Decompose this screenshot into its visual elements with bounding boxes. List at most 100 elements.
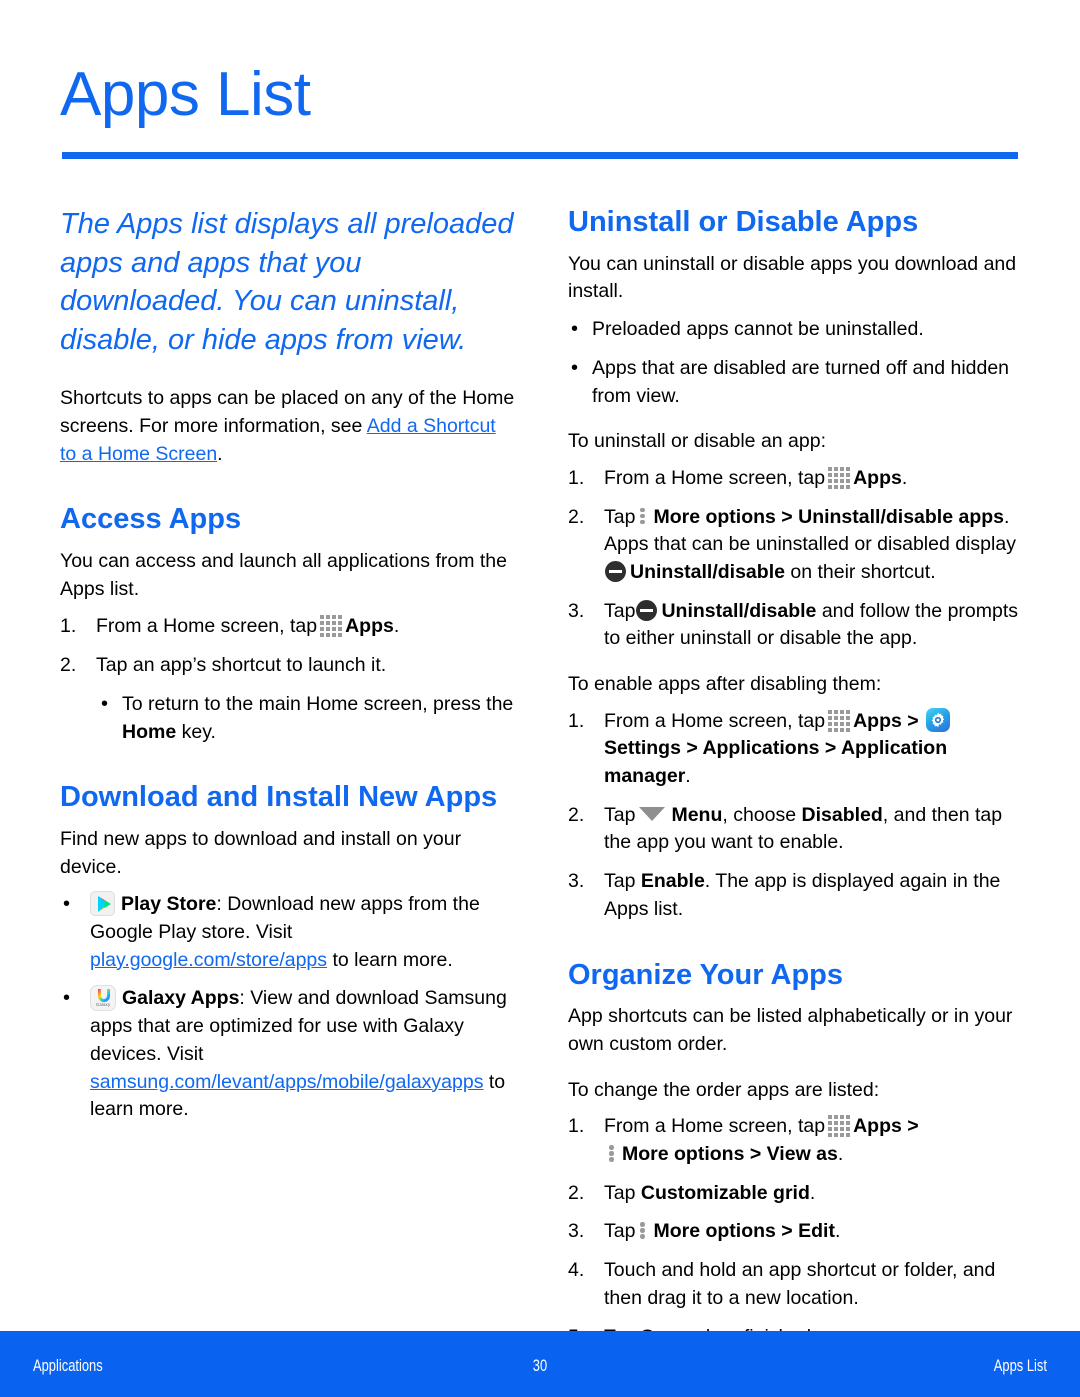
page-footer: Applications 30 Apps List bbox=[0, 1331, 1080, 1397]
left-column: The Apps list displays all preloaded app… bbox=[60, 205, 515, 1135]
step-number: 4. bbox=[568, 1259, 585, 1282]
step-number: 2. bbox=[568, 803, 585, 826]
list-item: 3. Tap Uninstall/disable and follow the pr… bbox=[568, 598, 1023, 653]
download-apps-bullets: Play Store: Download new apps from the G… bbox=[60, 890, 515, 1124]
step-text: Touch and hold an app shortcut or folder… bbox=[604, 1259, 996, 1309]
step-period: . bbox=[837, 1143, 844, 1166]
more-options-icon bbox=[639, 1220, 648, 1240]
organize-apps-steps: 1. From a Home screen, tap Apps > More opti… bbox=[568, 1113, 1023, 1351]
apps-label: Apps bbox=[853, 1115, 902, 1138]
customizable-grid-label: Customizable grid bbox=[640, 1181, 810, 1204]
list-item: 1. From a Home screen, tap Apps > Settings… bbox=[568, 707, 1023, 791]
uninstall-apps-steps: 1. From a Home screen, tap Apps. 2. Tap More… bbox=[568, 465, 1023, 653]
page-title: Apps List bbox=[60, 60, 311, 129]
apps-grid-icon bbox=[320, 615, 343, 638]
document-page: Apps List The Apps list displays all pre… bbox=[0, 0, 1080, 1397]
list-item: 3. Tap More options > Edit. bbox=[568, 1218, 1023, 1246]
play-store-triangle bbox=[98, 896, 111, 913]
step-period: . bbox=[809, 1181, 816, 1204]
intro-lead: The Apps list displays all preloaded app… bbox=[60, 208, 514, 356]
step-text: Tap bbox=[604, 803, 636, 826]
step-number: 1. bbox=[60, 615, 77, 638]
uninstall-disable-apps-label: Uninstall/disable apps bbox=[798, 505, 1004, 528]
access-apps-subbullets: To return to the main Home screen, press… bbox=[98, 690, 515, 746]
uninstall-disable-icon bbox=[636, 599, 658, 621]
list-item: 2. Tap Menu, choose Disabled, and then tap… bbox=[568, 802, 1023, 857]
more-options-icon bbox=[608, 1143, 617, 1163]
step-number: 1. bbox=[568, 1115, 585, 1138]
list-item: 1. From a Home screen, tap Apps > More opti… bbox=[568, 1113, 1023, 1168]
apps-label: Apps bbox=[853, 466, 902, 489]
enable-lead-in: To enable apps after disabling them: bbox=[568, 673, 882, 696]
apps-grid-icon bbox=[828, 709, 851, 732]
menu-dropdown-icon bbox=[639, 806, 666, 822]
heading-uninstall-apps: Uninstall or Disable Apps bbox=[568, 206, 919, 238]
footer-topic-label: Apps List bbox=[993, 1356, 1047, 1375]
list-item: 2. Tap More options > Uninstall/disable ap… bbox=[568, 504, 1023, 587]
step-text-b: , choose bbox=[722, 803, 802, 826]
step-text: Tap bbox=[604, 1181, 641, 1204]
apps-label: Apps bbox=[345, 615, 394, 638]
list-item: Preloaded apps cannot be uninstalled. bbox=[568, 315, 1023, 344]
footer-section-label: Applications bbox=[33, 1356, 103, 1375]
play-store-link[interactable]: play.google.com/store/apps bbox=[90, 949, 327, 971]
list-item: 2. Tap Customizable grid. bbox=[568, 1180, 1023, 1208]
step-period: . bbox=[901, 466, 908, 489]
list-item: Apps that are disabled are turned off an… bbox=[568, 354, 1023, 410]
step-separator: > bbox=[775, 505, 799, 528]
apps-grid-icon bbox=[828, 1115, 851, 1138]
uninstall-apps-bullets: Preloaded apps cannot be uninstalled. Ap… bbox=[568, 315, 1023, 410]
play-store-icon bbox=[90, 891, 115, 917]
more-options-label: More options bbox=[653, 505, 776, 528]
view-as-label: View as bbox=[766, 1143, 838, 1166]
home-key-label: Home bbox=[122, 720, 177, 743]
uninstall-apps-intro: You can uninstall or disable apps you do… bbox=[568, 252, 1017, 303]
step-text: From a Home screen, tap bbox=[604, 466, 826, 489]
galaxy-apps-link[interactable]: samsung.com/levant/apps/mobile/galaxyapp… bbox=[90, 1071, 483, 1093]
play-store-text-b: to learn more. bbox=[327, 948, 453, 971]
access-apps-steps: 1. From a Home screen, tap Apps. 2. Tap an … bbox=[60, 613, 515, 679]
uninstall-disable-icon bbox=[605, 560, 626, 582]
step-number: 3. bbox=[568, 1220, 585, 1243]
step-separator: > bbox=[819, 737, 841, 760]
sub-text-a: To return to the main Home screen, press… bbox=[122, 692, 514, 715]
step-period: . bbox=[393, 615, 400, 638]
step-number: 3. bbox=[568, 870, 585, 893]
step-text-c: on their shortcut. bbox=[784, 560, 936, 583]
list-item: Galaxy Galaxy Apps: View and download Sa… bbox=[60, 984, 515, 1123]
apps-label: Apps bbox=[853, 709, 902, 732]
intro-paragraph-suffix: . bbox=[217, 442, 223, 465]
applications-label: Applications bbox=[702, 737, 820, 760]
heading-download-apps: Download and Install New Apps bbox=[60, 781, 498, 814]
more-options-icon bbox=[639, 506, 648, 526]
list-item: 2. Tap an app’s shortcut to launch it. bbox=[60, 652, 515, 680]
list-item: 3. Tap Enable. The app is displayed again… bbox=[568, 868, 1023, 923]
menu-label: Menu bbox=[671, 803, 723, 826]
more-options-label: More options bbox=[622, 1143, 745, 1166]
apps-grid-icon bbox=[828, 466, 851, 489]
edit-label: Edit bbox=[798, 1220, 835, 1243]
list-item: To return to the main Home screen, press… bbox=[98, 690, 515, 746]
step-separator: > bbox=[744, 1143, 767, 1166]
footer-page-number: 30 bbox=[532, 1356, 548, 1375]
step-separator: > bbox=[775, 1220, 799, 1243]
step-separator: > bbox=[901, 709, 925, 732]
enable-apps-steps: 1. From a Home screen, tap Apps > Settings… bbox=[568, 707, 1023, 924]
step-number: 1. bbox=[568, 709, 585, 732]
list-item: 4. Touch and hold an app shortcut or fold… bbox=[568, 1257, 1023, 1312]
step-text: Tap bbox=[604, 870, 641, 893]
settings-gear-glyph bbox=[931, 712, 945, 728]
step-text: From a Home screen, tap bbox=[604, 1115, 826, 1138]
galaxy-apps-icon-label: Galaxy bbox=[95, 1002, 111, 1008]
step-text: Tap bbox=[604, 599, 636, 622]
step-text: Tap bbox=[604, 1220, 636, 1243]
heading-access-apps: Access Apps bbox=[60, 503, 242, 536]
more-options-label: More options bbox=[653, 1220, 776, 1243]
step-separator: > bbox=[680, 737, 703, 760]
heading-organize-apps: Organize Your Apps bbox=[568, 958, 844, 991]
settings-icon bbox=[926, 707, 951, 732]
step-period: . bbox=[685, 765, 691, 788]
right-column: Uninstall or Disable Apps You can uninst… bbox=[568, 205, 1023, 1362]
download-apps-intro: Find new apps to download and install on… bbox=[60, 828, 462, 878]
access-apps-intro: You can access and launch all applicatio… bbox=[60, 550, 507, 600]
